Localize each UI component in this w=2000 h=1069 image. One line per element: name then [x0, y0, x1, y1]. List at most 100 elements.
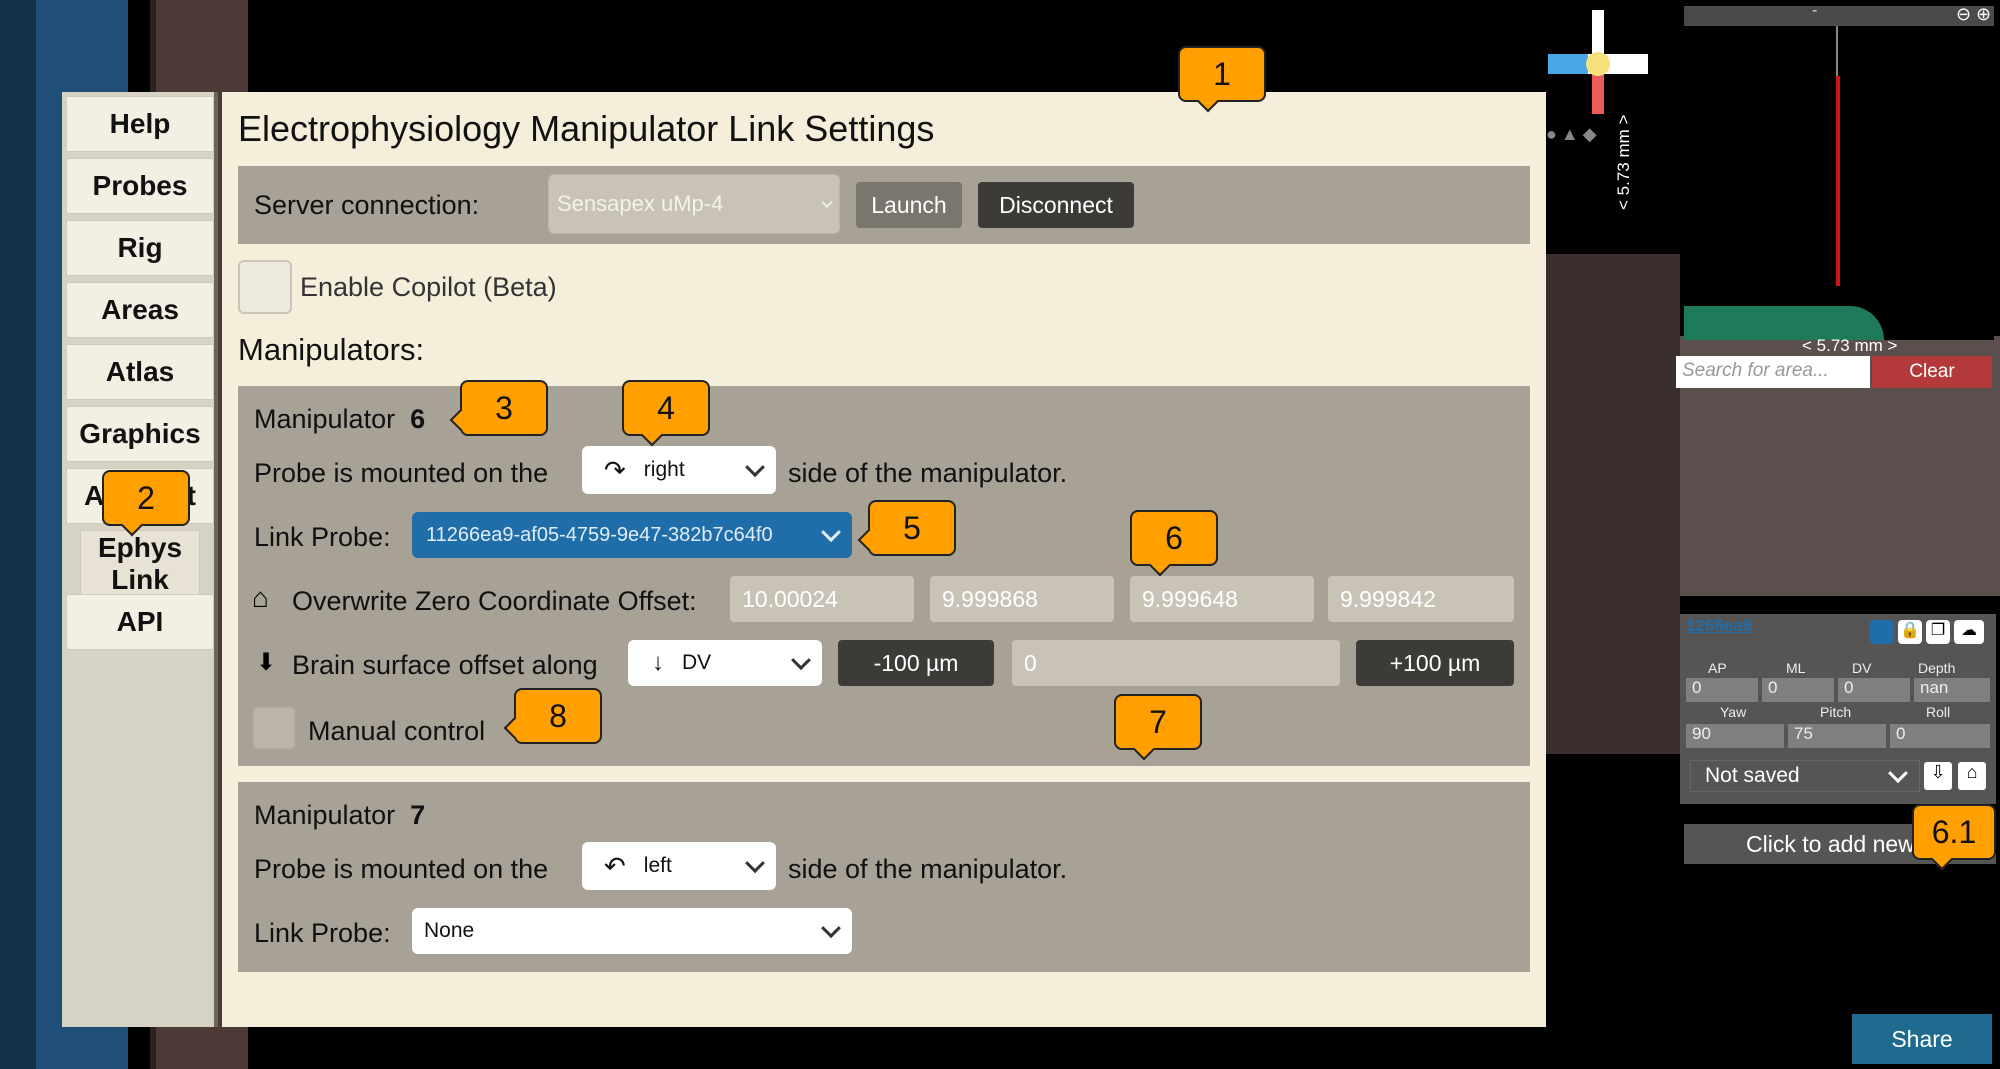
home-icon: ⌂	[252, 582, 269, 613]
manipulator-7-side-select[interactable]: ↶ left	[582, 842, 776, 890]
coord-field-ap[interactable]: 0	[1686, 678, 1758, 702]
angle-label-yaw: Yaw	[1720, 704, 1747, 720]
slice-view-toolbar: - ⊖ ⊕	[1684, 2, 1994, 26]
angle-label-roll: Roll	[1926, 704, 1951, 720]
nav-probes[interactable]: Probes	[66, 158, 214, 214]
area-search-input[interactable]: Search for area...	[1676, 356, 1870, 388]
nav-api[interactable]: API	[66, 594, 214, 650]
manipulator-6-link-probe-value: 11266ea9-af05-4759-9e47-382b7c64f0	[426, 523, 773, 546]
manipulator-6-link-label: Link Probe:	[254, 522, 391, 552]
coord-field-dv[interactable]: 0	[1838, 678, 1910, 702]
manipulator-7-mounted-prefix: Probe is mounted on the	[254, 854, 549, 884]
probe-color-swatch[interactable]	[1870, 620, 1894, 644]
manipulator-7-link-probe-value: None	[424, 919, 475, 942]
coord-label-ml: ML	[1786, 660, 1806, 676]
manipulator-7-id: 7	[410, 800, 426, 830]
manipulator-6-section: Manipulator 6 Probe is mounted on the ↷ …	[238, 386, 1530, 766]
manipulator-7-side-value: left	[643, 854, 672, 877]
callout-2: 2	[102, 470, 190, 526]
callout-3: 3	[460, 380, 548, 436]
manipulator-6-mounted-suffix: side of the manipulator.	[788, 458, 1068, 488]
zero-offset-label: Overwrite Zero Coordinate Offset:	[292, 586, 697, 616]
angle-label-pitch: Pitch	[1820, 704, 1852, 720]
angle-field-roll[interactable]: 0	[1890, 724, 1990, 748]
page-title: Electrophysiology Manipulator Link Setti…	[238, 108, 935, 149]
manipulator-6-id: 6	[410, 404, 426, 434]
clear-button[interactable]: Clear	[1872, 356, 1992, 388]
zero-offset-field-3[interactable]: 9.999648	[1130, 576, 1314, 622]
enable-copilot-checkbox[interactable]	[238, 260, 292, 314]
callout-7: 7	[1114, 694, 1202, 750]
coord-field-depth[interactable]: nan	[1914, 678, 1990, 702]
coord-label-ap: AP	[1708, 660, 1727, 676]
coord-field-ml[interactable]: 0	[1762, 678, 1834, 702]
download-icon[interactable]: ⇩	[1924, 762, 1952, 790]
probe-panel: 1266ea9 🔒 ❐ ☁ AP ML DV Depth 0 0 0 nan Y…	[1680, 614, 1996, 804]
cloud-icon[interactable]: ☁	[1954, 620, 1984, 644]
manipulator-6-link-probe-select[interactable]: 11266ea9-af05-4759-9e47-382b7c64f0	[412, 512, 852, 558]
arrow-down-icon: ↓	[652, 649, 664, 676]
coord-label-depth: Depth	[1918, 660, 1956, 676]
coord-label-dv: DV	[1852, 660, 1872, 676]
manipulator-6-side-value: right	[643, 458, 685, 481]
redo-arrow-icon: ↷	[604, 454, 626, 485]
callout-4: 4	[622, 380, 710, 436]
slice-view[interactable]	[1684, 6, 1994, 340]
manual-control-checkbox[interactable]	[252, 706, 296, 750]
callout-6: 6	[1130, 510, 1218, 566]
manipulator-6-mounted-prefix: Probe is mounted on the	[254, 458, 549, 488]
offset-plus-button[interactable]: +100 µm	[1356, 640, 1514, 686]
probe-name-label[interactable]: 1266ea9	[1686, 616, 1752, 636]
enable-copilot-label: Enable Copilot (Beta)	[300, 272, 557, 302]
undo-arrow-icon: ↶	[604, 850, 626, 881]
brain-offset-field[interactable]: 0	[1012, 640, 1340, 686]
share-button[interactable]: Share	[1852, 1014, 1992, 1064]
angle-field-pitch[interactable]: 75	[1788, 724, 1886, 748]
launch-button[interactable]: Launch	[856, 182, 962, 228]
copy-icon[interactable]: ❐	[1926, 620, 1950, 644]
server-type-select[interactable]: Sensapex uMp-4	[548, 174, 840, 234]
angle-field-yaw[interactable]: 90	[1686, 724, 1784, 748]
speed-icons[interactable]: ●▲◆	[1546, 124, 1656, 146]
save-state-dropdown[interactable]: Not saved	[1690, 760, 1920, 792]
scale-horizontal-label: < 5.73 mm >	[1802, 336, 1898, 355]
manual-control-label: Manual control	[308, 716, 486, 746]
lock-icon[interactable]: 🔒	[1898, 620, 1922, 644]
zoom-out-icon[interactable]: ⊖	[1956, 4, 1971, 25]
manipulator-6-label: Manipulator 6	[254, 404, 426, 434]
nav-graphics[interactable]: Graphics	[66, 406, 214, 462]
zoom-in-icon[interactable]: ⊕	[1976, 4, 1991, 25]
manipulators-heading: Manipulators:	[238, 332, 425, 367]
nav-help[interactable]: Help	[66, 96, 214, 152]
callout-1: 1	[1178, 46, 1266, 102]
nav-areas[interactable]: Areas	[66, 282, 214, 338]
brain-axis-select[interactable]: ↓ DV	[628, 640, 822, 686]
brain-surface-label: Brain surface offset along	[292, 650, 598, 680]
scale-top-label: -	[1812, 2, 1818, 19]
nav-rig[interactable]: Rig	[66, 220, 214, 276]
manipulator-7-link-probe-select[interactable]: None	[412, 908, 852, 954]
manipulator-7-label: Manipulator 7	[254, 800, 426, 830]
nav-atlas[interactable]: Atlas	[66, 344, 214, 400]
nav-ephys-link[interactable]: Ephys Link	[80, 530, 200, 598]
manipulator-7-section: Manipulator 7 Probe is mounted on the ↶ …	[238, 782, 1530, 972]
save-state-value: Not saved	[1705, 764, 1800, 787]
zero-offset-field-1[interactable]: 10.00024	[730, 576, 914, 622]
zero-offset-field-2[interactable]: 9.999868	[930, 576, 1114, 622]
callout-5: 5	[868, 500, 956, 556]
manipulator-7-link-label: Link Probe:	[254, 918, 391, 948]
manipulator-7-mounted-suffix: side of the manipulator.	[788, 854, 1068, 884]
offset-minus-button[interactable]: -100 µm	[838, 640, 994, 686]
callout-8: 8	[514, 688, 602, 744]
orientation-gizmo-icon[interactable]	[1548, 10, 1648, 114]
zero-offset-field-4[interactable]: 9.999842	[1328, 576, 1514, 622]
server-connection-section: Server connection: Sensapex uMp-4 Launch…	[238, 166, 1530, 244]
server-connection-label: Server connection:	[254, 190, 480, 220]
manipulator-6-side-select[interactable]: ↷ right	[582, 446, 776, 494]
scene-brain-slice	[1546, 254, 1680, 754]
settings-nav: Help Probes Rig Areas Atlas Graphics Acc…	[62, 92, 218, 1027]
brain-axis-value: DV	[682, 651, 712, 674]
drop-icon: ⬇	[256, 649, 277, 676]
home-icon[interactable]: ⌂	[1958, 762, 1986, 790]
disconnect-button[interactable]: Disconnect	[978, 182, 1134, 228]
